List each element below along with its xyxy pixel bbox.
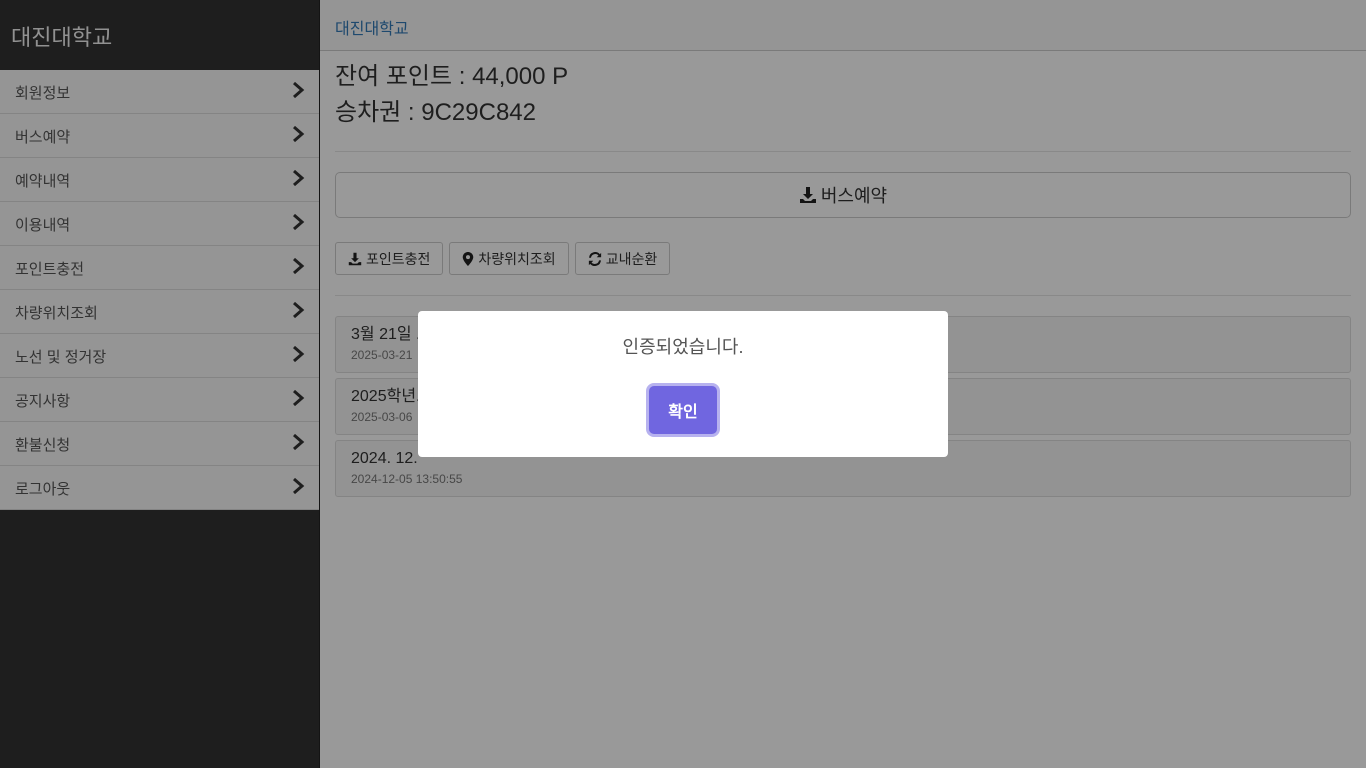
alert-message: 인증되었습니다. (622, 337, 744, 357)
alert-dialog: 인증되었습니다. 확인 (418, 311, 948, 457)
confirm-button[interactable]: 확인 (649, 386, 717, 434)
